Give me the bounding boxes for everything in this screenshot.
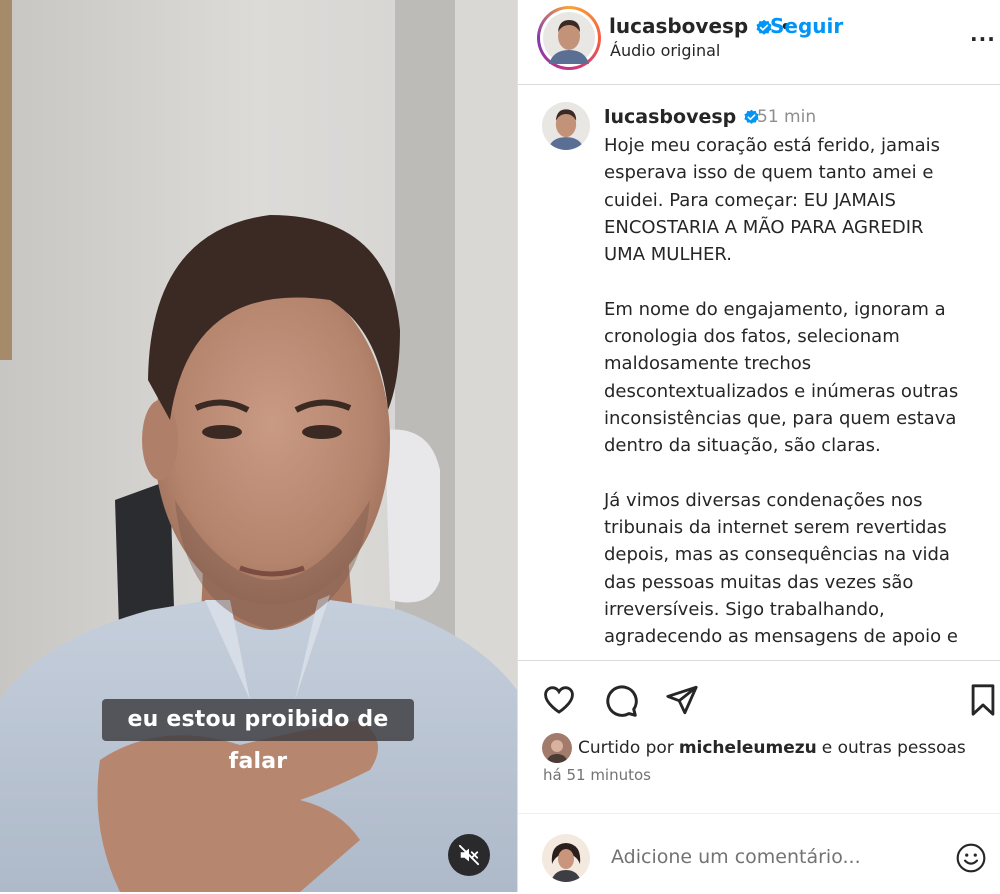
follow-button[interactable]: Seguir bbox=[770, 14, 843, 38]
post-header: lucasbovesp • Seguir Áudio original ... bbox=[518, 0, 1000, 85]
likes-summary[interactable]: Curtido por micheleumezu e outras pessoa… bbox=[542, 733, 966, 763]
mute-toggle-button[interactable] bbox=[448, 834, 490, 876]
comment-input[interactable] bbox=[611, 846, 911, 868]
caption-username-link[interactable]: lucasbovesp bbox=[604, 106, 760, 128]
caption-timestamp[interactable]: 51 min bbox=[757, 107, 816, 127]
author-avatar bbox=[543, 12, 595, 64]
like-heart-icon[interactable] bbox=[541, 683, 577, 717]
caption-paragraph: Já vimos diversas condenações nos tribun… bbox=[604, 489, 958, 648]
liked-by-prefix: Curtido por bbox=[578, 738, 674, 758]
more-options-button[interactable]: ... bbox=[970, 22, 996, 46]
video-subtitle: eu estou proibido de falar bbox=[102, 699, 414, 774]
post-time-ago[interactable]: há 51 minutos bbox=[543, 766, 651, 784]
author-username: lucasbovesp bbox=[609, 14, 749, 38]
post-caption-scroll[interactable]: lucasbovesp 51 min Hoje meu coração está… bbox=[518, 85, 1000, 660]
speaker-muted-icon bbox=[458, 844, 480, 866]
emoji-picker-icon[interactable] bbox=[955, 842, 987, 874]
add-comment-row bbox=[518, 813, 1000, 894]
reel-video-player[interactable]: eu estou proibido de falar bbox=[0, 0, 517, 892]
share-send-icon[interactable] bbox=[665, 683, 699, 717]
post-side-panel: lucasbovesp • Seguir Áudio original ... … bbox=[518, 0, 1000, 892]
liked-by-user-link[interactable]: micheleumezu bbox=[679, 738, 817, 758]
author-username-link[interactable]: lucasbovesp • bbox=[609, 14, 792, 38]
caption-author-avatar[interactable] bbox=[542, 102, 590, 150]
caption-paragraph: Em nome do engajamento, ignoram a cronol… bbox=[604, 298, 959, 457]
avatar bbox=[542, 102, 590, 150]
caption-username: lucasbovesp bbox=[604, 106, 737, 128]
post-actions: Curtido por micheleumezu e outras pessoa… bbox=[518, 660, 1000, 893]
audio-link[interactable]: Áudio original bbox=[610, 41, 720, 60]
caption-text: Hoje meu coração está ferido, jamais esp… bbox=[604, 132, 964, 660]
author-avatar-ring[interactable] bbox=[537, 6, 601, 70]
caption-paragraph: Hoje meu coração está ferido, jamais esp… bbox=[604, 135, 941, 266]
current-user-avatar bbox=[542, 834, 590, 882]
liked-by-suffix[interactable]: e outras pessoas bbox=[822, 738, 966, 758]
liker-avatar bbox=[542, 733, 572, 763]
comment-bubble-icon[interactable] bbox=[603, 683, 639, 719]
save-bookmark-icon[interactable] bbox=[968, 683, 998, 717]
